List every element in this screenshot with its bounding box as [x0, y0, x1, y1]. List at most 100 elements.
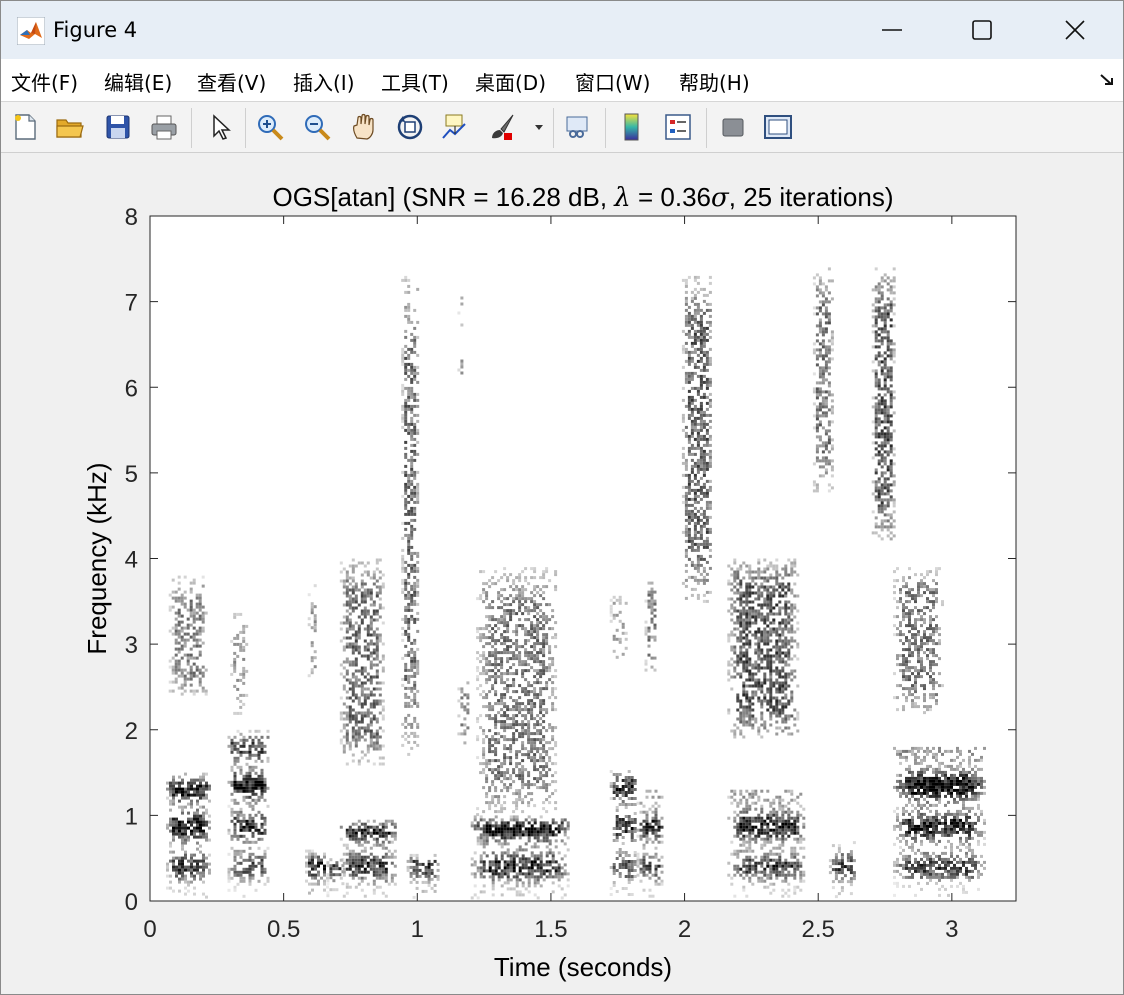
spectrogram-cell: [375, 843, 379, 847]
spectrogram-cell: [705, 407, 709, 411]
spectrogram-cell: [736, 828, 740, 832]
spectrogram-cell: [390, 855, 394, 859]
spectrogram-cell: [615, 776, 619, 779]
spectrogram-cell: [251, 798, 255, 802]
zoom-in-button[interactable]: [253, 109, 287, 145]
menu-file[interactable]: 文件(F): [11, 67, 78, 96]
spectrogram-cell: [193, 826, 196, 830]
spectrogram-cell: [407, 650, 411, 654]
spectrogram-cell: [196, 808, 199, 812]
menu-tools[interactable]: 工具(T): [381, 67, 449, 96]
spectrogram-cell: [357, 684, 361, 688]
spectrogram-cell: [341, 882, 345, 886]
spectrogram-cell: [416, 722, 420, 726]
menu-window[interactable]: 窗口(W): [575, 67, 650, 96]
spectrogram-cell: [787, 816, 791, 820]
spectrogram-cell: [196, 823, 199, 827]
spectrogram-cell: [470, 824, 474, 828]
spectrogram-cell: [708, 548, 712, 552]
spectrogram-cell: [360, 579, 364, 583]
print-figure-button[interactable]: [147, 109, 181, 145]
zoom-out-button[interactable]: [300, 109, 334, 145]
menu-view[interactable]: 查看(V): [197, 67, 266, 96]
edit-plot-button[interactable]: [203, 109, 237, 145]
spectrogram-cell: [612, 773, 616, 776]
spectrogram-cell: [533, 645, 537, 649]
spectrogram-cell: [175, 781, 178, 785]
dock-arrow-icon[interactable]: [1099, 73, 1115, 87]
spectrogram-cell: [524, 875, 528, 879]
spectrogram-cell: [239, 753, 243, 757]
spectrogram-cell: [518, 830, 522, 834]
spectrogram-cell: [621, 851, 625, 854]
spectrogram-cell: [260, 873, 264, 877]
spectrogram-cell: [554, 762, 558, 766]
maximize-button[interactable]: [959, 9, 1005, 51]
spectrogram-cell: [363, 609, 367, 613]
hide-plot-tools-button[interactable]: [716, 109, 750, 145]
spectrogram-cell: [180, 683, 184, 687]
spectrogram-cell: [760, 819, 764, 823]
spectrogram-cell: [208, 787, 211, 791]
close-button[interactable]: [1052, 9, 1098, 51]
spectrogram-cell: [693, 332, 697, 336]
spectrogram-cell: [653, 623, 657, 627]
spectrogram-cell: [491, 824, 495, 828]
spectrogram-cell: [404, 491, 408, 495]
spectrogram-cell: [515, 801, 519, 805]
menu-edit[interactable]: 编辑(E): [104, 67, 172, 96]
spectrogram-cell: [369, 702, 373, 706]
spectrogram-cell: [410, 407, 414, 411]
new-figure-button[interactable]: [8, 109, 42, 145]
spectrogram-cell: [684, 578, 688, 582]
spectrogram-cell: [778, 855, 782, 859]
title-bar[interactable]: Figure 4: [1, 1, 1123, 59]
spectrogram-cell: [233, 867, 237, 871]
menu-insert[interactable]: 插入(I): [293, 67, 355, 96]
spectrogram-cell: [690, 509, 694, 513]
spectrogram-cell: [696, 596, 700, 600]
minimize-button[interactable]: [869, 9, 915, 51]
spectrogram-cell: [491, 863, 495, 867]
spectrogram-cell: [381, 870, 385, 874]
show-plot-tools-button[interactable]: [761, 109, 795, 145]
spectrogram-cell: [644, 668, 648, 672]
data-tips-button[interactable]: [438, 109, 472, 145]
pan-button[interactable]: [347, 109, 381, 145]
spectrogram-cell: [308, 870, 311, 874]
spectrogram-cell: [466, 702, 470, 706]
spectrogram-cell: [205, 781, 208, 785]
spectrogram-cell: [375, 648, 379, 652]
spectrogram-cell: [390, 876, 394, 880]
insert-legend-button[interactable]: [661, 109, 695, 145]
spectrogram-cell: [236, 873, 240, 877]
spectrogram-cell: [506, 830, 510, 834]
save-figure-button[interactable]: [101, 109, 135, 145]
link-plot-button[interactable]: [561, 109, 595, 145]
spectrogram-cell: [360, 705, 364, 709]
spectrogram-cell: [326, 876, 329, 880]
spectrogram-cell: [248, 780, 252, 784]
brush-button[interactable]: [485, 109, 519, 145]
figure-canvas[interactable]: 0 0.5 1 1.5 2 2.5 3 0 1 2 3 4 5 6 7 8 OGS[atan] (SNR = …: [1, 153, 1123, 994]
spectrogram-cell: [198, 680, 202, 684]
spectrogram-cell: [633, 827, 637, 830]
spectrogram-cell: [630, 788, 634, 791]
brush-dropdown-icon[interactable]: [534, 124, 544, 132]
spectrogram-cell: [381, 861, 385, 865]
spectrogram-cell: [375, 558, 379, 562]
spectrogram-cell: [763, 852, 767, 856]
menu-help[interactable]: 帮助(H): [679, 67, 750, 96]
insert-colorbar-button[interactable]: [615, 109, 649, 145]
spectrogram-cell: [415, 859, 419, 863]
spectrogram-cell: [693, 482, 697, 486]
rotate-3d-button[interactable]: [393, 109, 427, 145]
spectrogram-cell: [527, 738, 531, 742]
spectrogram-cell: [548, 651, 552, 655]
menu-desktop[interactable]: 桌面(D): [475, 67, 546, 96]
spectrogram-cell: [533, 744, 537, 748]
open-file-button[interactable]: [53, 109, 87, 145]
spectrogram-cell: [177, 599, 181, 603]
spectrogram-cell: [491, 606, 495, 610]
spectrogram-cell: [485, 714, 489, 718]
